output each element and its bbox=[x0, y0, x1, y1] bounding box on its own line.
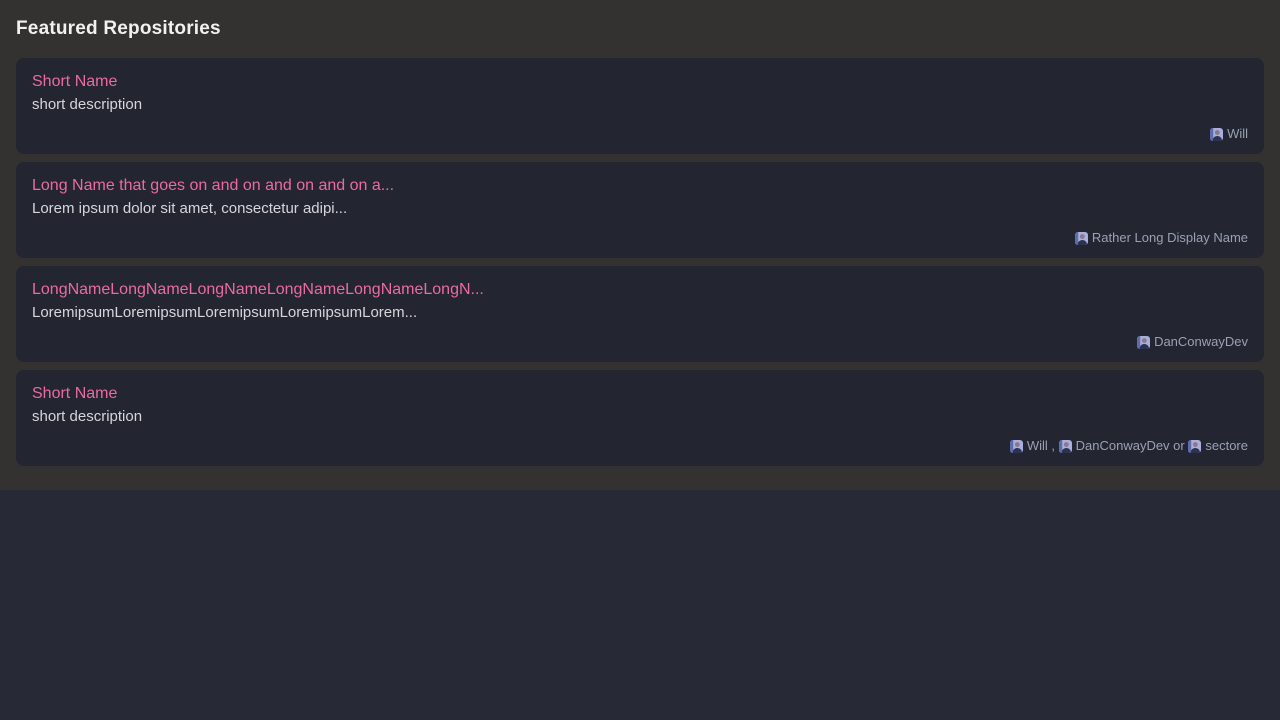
repo-description: Lorem ipsum dolor sit amet, consectetur … bbox=[32, 198, 1248, 220]
repo-card-list: Short Name short description Will Long N… bbox=[16, 58, 1264, 466]
maintainer-link[interactable]: DanConwayDev bbox=[1059, 438, 1170, 454]
avatar-icon bbox=[1059, 440, 1072, 453]
repo-name[interactable]: Short Name bbox=[32, 71, 1248, 93]
maintainer-name: sectore bbox=[1205, 438, 1248, 454]
repo-description: short description bbox=[32, 94, 1248, 116]
maintainer-row: Will bbox=[32, 126, 1248, 142]
avatar-icon bbox=[1137, 336, 1150, 349]
maintainer-link[interactable]: Will bbox=[1210, 126, 1248, 142]
avatar-icon bbox=[1210, 128, 1223, 141]
maintainer-link[interactable]: DanConwayDev bbox=[1137, 334, 1248, 350]
repo-card[interactable]: Short Name short description Will , DanC… bbox=[16, 370, 1264, 466]
maintainer-name: Will bbox=[1227, 126, 1248, 142]
avatar-icon bbox=[1075, 232, 1088, 245]
maintainer-separator: , bbox=[1048, 438, 1059, 454]
avatar-icon bbox=[1188, 440, 1201, 453]
maintainer-link[interactable]: Will bbox=[1010, 438, 1048, 454]
repo-description: LoremipsumLoremipsumLoremipsumLoremipsum… bbox=[32, 302, 1248, 324]
maintainer-row: Will , DanConwayDev or sectore bbox=[32, 438, 1248, 454]
repo-name[interactable]: LongNameLongNameLongNameLongNameLongName… bbox=[32, 279, 1248, 301]
maintainer-separator: or bbox=[1170, 438, 1189, 454]
page-title: Featured Repositories bbox=[16, 16, 1264, 42]
maintainer-row: Rather Long Display Name bbox=[32, 230, 1248, 246]
repo-card[interactable]: Short Name short description Will bbox=[16, 58, 1264, 154]
maintainer-name: Rather Long Display Name bbox=[1092, 230, 1248, 246]
repo-description: short description bbox=[32, 406, 1248, 428]
maintainer-name: DanConwayDev bbox=[1076, 438, 1170, 454]
featured-repositories-section: Featured Repositories Short Name short d… bbox=[0, 0, 1280, 490]
maintainer-name: Will bbox=[1027, 438, 1048, 454]
repo-name[interactable]: Long Name that goes on and on and on and… bbox=[32, 175, 1248, 197]
repo-card[interactable]: LongNameLongNameLongNameLongNameLongName… bbox=[16, 266, 1264, 362]
maintainer-link[interactable]: sectore bbox=[1188, 438, 1248, 454]
repo-name[interactable]: Short Name bbox=[32, 383, 1248, 405]
maintainer-name: DanConwayDev bbox=[1154, 334, 1248, 350]
repo-card[interactable]: Long Name that goes on and on and on and… bbox=[16, 162, 1264, 258]
avatar-icon bbox=[1010, 440, 1023, 453]
maintainer-row: DanConwayDev bbox=[32, 334, 1248, 350]
maintainer-link[interactable]: Rather Long Display Name bbox=[1075, 230, 1248, 246]
